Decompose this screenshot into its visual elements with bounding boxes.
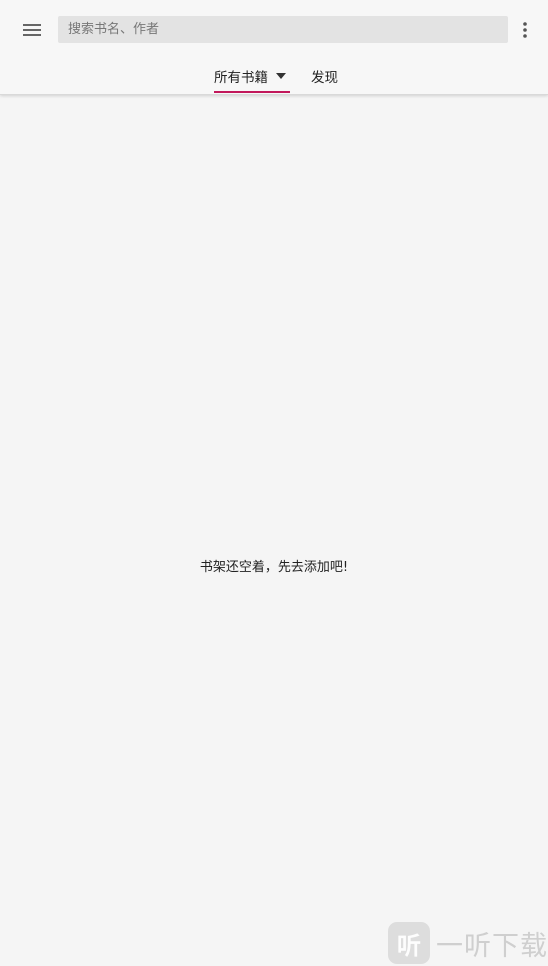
- tab-discover[interactable]: 发现: [311, 58, 338, 94]
- menu-button[interactable]: [14, 14, 50, 46]
- more-vertical-icon: [523, 22, 527, 38]
- empty-bookshelf-message: 书架还空着，先去添加吧!: [199, 560, 349, 575]
- search-input[interactable]: [58, 16, 508, 43]
- tab-active-indicator: [214, 91, 290, 93]
- watermark-logo: 听: [388, 922, 430, 964]
- app-bar: 所有书籍 发现: [0, 0, 548, 95]
- tab-bar: 所有书籍 发现: [0, 58, 548, 94]
- tab-all-books-label: 所有书籍: [214, 70, 268, 86]
- more-options-button[interactable]: [512, 16, 538, 44]
- watermark-logo-char: 听: [397, 931, 421, 960]
- dropdown-arrow-icon: [276, 73, 286, 79]
- hamburger-menu-icon: [23, 24, 41, 36]
- watermark: 听 一听下载: [388, 922, 548, 964]
- tab-discover-label: 发现: [311, 70, 338, 86]
- tab-all-books[interactable]: 所有书籍: [214, 58, 290, 94]
- watermark-text: 一听下载: [436, 930, 548, 962]
